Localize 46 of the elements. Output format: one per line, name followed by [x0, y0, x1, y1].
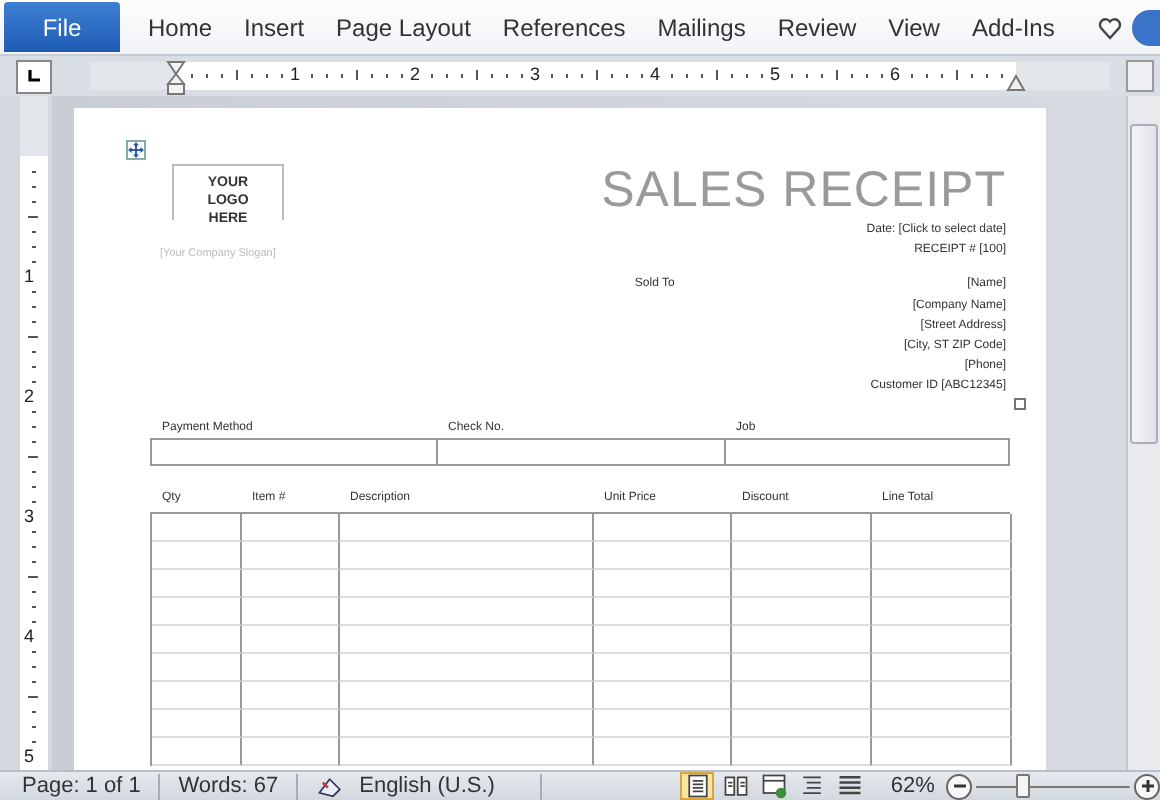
web-layout-icon	[759, 772, 788, 800]
scroll-thumb[interactable]	[1130, 124, 1158, 444]
ruler-number: 2	[24, 384, 35, 408]
page-count[interactable]: Page: 1 of 1	[22, 772, 141, 800]
word-count[interactable]: Words: 67	[178, 772, 279, 800]
ruler-number: 1	[290, 62, 301, 86]
ruler-number: 4	[650, 62, 661, 86]
reading-view-icon	[721, 772, 750, 800]
ribbon-tab[interactable]: Mailings	[641, 3, 762, 51]
ribbon-tab[interactable]: View	[872, 3, 956, 51]
ruler-number: 3	[530, 62, 541, 86]
plus-icon	[1139, 778, 1156, 794]
heart-icon	[1098, 15, 1122, 39]
view-button[interactable]	[680, 772, 715, 800]
ruler-number: 4	[24, 624, 35, 648]
zoom-in-button[interactable]	[1134, 773, 1160, 799]
resize-handle-icon[interactable]	[1014, 397, 1026, 410]
ribbon-tab[interactable]: Review	[761, 3, 873, 51]
indent-marker-icon	[166, 60, 186, 96]
ruler-number: 5	[770, 62, 781, 86]
ruler-number: 5	[24, 744, 35, 768]
proofing-icon	[315, 772, 344, 800]
zoom-slider[interactable]	[976, 774, 1131, 798]
language-indicator[interactable]: English (U.S.)	[359, 772, 495, 800]
file-tab[interactable]: File	[4, 2, 120, 52]
ruler-number: 3	[24, 504, 35, 528]
ribbon-tab[interactable]: Add-Ins	[955, 3, 1071, 51]
ruler-number: 6	[890, 62, 901, 86]
tab-stop-icon	[26, 68, 42, 84]
outline-view-icon	[797, 772, 826, 800]
right-indent-icon	[1006, 72, 1026, 92]
ruler-number: 1	[24, 264, 35, 288]
ribbon-tab[interactable]: References	[486, 3, 642, 51]
print-layout-icon	[683, 772, 712, 800]
ruler-number: 2	[410, 62, 421, 86]
ribbon-tab[interactable]: Insert	[228, 3, 321, 51]
draft-view-icon	[835, 772, 864, 800]
slider-thumb[interactable]	[1016, 774, 1031, 798]
document-title: SALES RECEIPT	[601, 160, 1006, 220]
move-handle-icon	[126, 140, 146, 160]
ribbon-tab[interactable]: Home	[132, 3, 229, 51]
ribbon-tab[interactable]: Page Layout	[320, 3, 487, 51]
zoom-level[interactable]: 62%	[890, 772, 935, 800]
zoom-out-button[interactable]	[946, 773, 973, 799]
vertical-scrollbar[interactable]	[1126, 96, 1160, 770]
tab-stop-selector[interactable]	[16, 59, 52, 93]
